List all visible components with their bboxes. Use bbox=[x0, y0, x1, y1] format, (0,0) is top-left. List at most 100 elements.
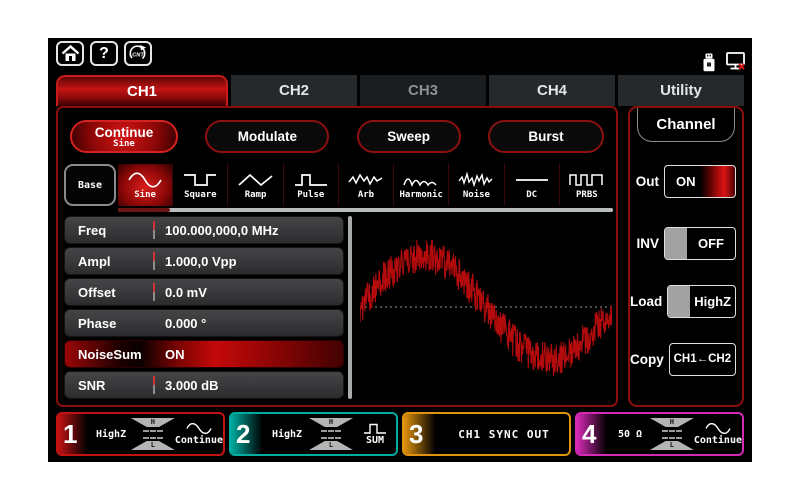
ch4-status-box[interactable]: 4 50 Ω H L Continue bbox=[575, 412, 744, 456]
tab-ch4[interactable]: CH4 bbox=[489, 75, 615, 106]
tab-ch3-label: CH3 bbox=[408, 82, 438, 99]
param-row-noisesum[interactable]: NoiseSum ON bbox=[64, 340, 344, 368]
wave-tab-square[interactable]: Square bbox=[173, 164, 228, 206]
param-snr-divider bbox=[153, 376, 155, 394]
ch4-number: 4 bbox=[577, 414, 610, 454]
waveform-row-scrollbar-highlight bbox=[118, 208, 170, 212]
tab-ch4-label: CH4 bbox=[537, 82, 567, 99]
param-row-ampl[interactable]: Ampl 1.000,0 Vpp bbox=[64, 247, 344, 275]
tab-ch3[interactable]: CH3 bbox=[360, 75, 486, 106]
tab-utility-label: Utility bbox=[660, 82, 702, 99]
ch2-status-box[interactable]: 2 HighZ H L SUM bbox=[229, 412, 398, 456]
channel-inv-row: INV OFF bbox=[630, 226, 742, 260]
out-label: Out bbox=[636, 174, 659, 189]
high-level-marker: H bbox=[650, 418, 694, 427]
counter-button[interactable]: CNT bbox=[124, 41, 152, 66]
param-freq-value: 100.000,000,0 MHz bbox=[165, 223, 278, 238]
mode-continue-button[interactable]: Continue Sine bbox=[70, 120, 178, 153]
param-row-offset[interactable]: Offset 0.0 mV bbox=[64, 278, 344, 306]
usb-icon bbox=[702, 53, 716, 72]
wave-tab-dc-label: DC bbox=[526, 190, 537, 200]
ch2-impedance: HighZ bbox=[266, 429, 308, 440]
waveform-plot bbox=[360, 216, 612, 399]
ch4-mode: Continue bbox=[694, 423, 742, 446]
channel-panel-header: Channel bbox=[637, 108, 735, 142]
wave-tab-harmonic-label: Harmonic bbox=[400, 190, 443, 200]
level-dash bbox=[662, 437, 682, 439]
ch1-status-box[interactable]: 1 HighZ H L Continue bbox=[56, 412, 225, 456]
channel-out-row: Out ON bbox=[630, 164, 742, 198]
wave-tab-prbs[interactable]: PRBS bbox=[560, 164, 614, 206]
ch4-level-indicator: H L bbox=[650, 418, 694, 450]
mode-modulate-button[interactable]: Modulate bbox=[205, 120, 329, 153]
dc-icon bbox=[514, 172, 550, 188]
param-noisesum-label: NoiseSum bbox=[78, 347, 142, 362]
wave-tab-harmonic[interactable]: Harmonic bbox=[394, 164, 449, 206]
param-row-phase[interactable]: Phase 0.000 ° bbox=[64, 309, 344, 337]
channel-load-row: Load HighZ bbox=[630, 284, 742, 318]
wave-tab-sine[interactable]: Sine bbox=[118, 164, 173, 206]
prbs-icon bbox=[569, 172, 605, 188]
home-icon bbox=[61, 45, 80, 62]
help-icon: ? bbox=[99, 45, 109, 63]
level-dash bbox=[321, 430, 341, 432]
mode-burst-button[interactable]: Burst bbox=[488, 120, 604, 153]
inv-label: INV bbox=[636, 236, 659, 251]
pulse-icon bbox=[362, 423, 388, 434]
base-button[interactable]: Base bbox=[64, 164, 116, 206]
channel-copy-row: Copy CH1←CH2 bbox=[630, 342, 742, 376]
tab-ch2[interactable]: CH2 bbox=[231, 75, 357, 106]
param-row-snr[interactable]: SNR 3.000 dB bbox=[64, 371, 344, 399]
wave-tab-pulse[interactable]: Pulse bbox=[284, 164, 339, 206]
copy-label: Copy bbox=[630, 352, 664, 367]
ch2-number: 2 bbox=[231, 414, 266, 454]
wave-tab-arb-label: Arb bbox=[358, 190, 374, 200]
param-phase-label: Phase bbox=[78, 316, 116, 331]
wave-tab-dc[interactable]: DC bbox=[505, 164, 560, 206]
level-dash bbox=[321, 437, 341, 439]
ch3-status-box[interactable]: 3 CH1 SYNC OUT bbox=[402, 412, 571, 456]
param-snr-value: 3.000 dB bbox=[165, 378, 218, 393]
pulse-icon bbox=[293, 172, 329, 188]
param-freq-divider bbox=[153, 221, 155, 239]
low-level-marker: L bbox=[131, 441, 175, 450]
out-toggle-button[interactable]: ON bbox=[664, 165, 736, 198]
low-level-marker: L bbox=[650, 441, 694, 450]
wave-tab-arb[interactable]: Arb bbox=[339, 164, 394, 206]
channel-panel-title: Channel bbox=[656, 116, 715, 133]
load-toggle-button[interactable]: HighZ bbox=[667, 285, 736, 318]
display-disconnected-icon bbox=[720, 52, 746, 72]
wave-tab-ramp[interactable]: Ramp bbox=[228, 164, 283, 206]
param-snr-label: SNR bbox=[78, 378, 105, 393]
tab-ch1[interactable]: CH1 bbox=[56, 75, 228, 106]
channel-tabbar: CH1 CH2 CH3 CH4 Utility bbox=[56, 75, 744, 106]
waveform-trace bbox=[360, 240, 612, 376]
ch4-mode-label: Continue bbox=[694, 435, 742, 446]
waveform-row-scrollbar[interactable] bbox=[118, 208, 613, 212]
param-ampl-value: 1.000,0 Vpp bbox=[165, 254, 237, 269]
load-value: HighZ bbox=[690, 294, 735, 309]
home-button[interactable] bbox=[56, 41, 84, 66]
inv-toggle-button[interactable]: OFF bbox=[664, 227, 736, 260]
parameter-scrollbar[interactable] bbox=[348, 216, 352, 399]
help-button[interactable]: ? bbox=[90, 41, 118, 66]
ch3-number: 3 bbox=[404, 414, 439, 454]
inv-toggle-slider bbox=[665, 228, 687, 259]
ch1-number: 1 bbox=[58, 414, 91, 454]
param-ampl-label: Ampl bbox=[78, 254, 111, 269]
mode-sweep-label: Sweep bbox=[387, 129, 430, 144]
mode-sweep-button[interactable]: Sweep bbox=[357, 120, 461, 153]
param-row-freq[interactable]: Freq 100.000,000,0 MHz bbox=[64, 216, 344, 244]
copy-value: CH1←CH2 bbox=[674, 353, 732, 365]
wave-tab-ramp-label: Ramp bbox=[245, 190, 267, 200]
tab-utility[interactable]: Utility bbox=[618, 75, 744, 106]
wave-tab-noise[interactable]: Noise bbox=[449, 164, 504, 206]
square-icon bbox=[182, 172, 218, 188]
mode-continue-sublabel: Sine bbox=[113, 139, 135, 149]
parameter-list: Freq 100.000,000,0 MHz Ampl 1.000,0 Vpp … bbox=[64, 216, 344, 402]
ch2-level-indicator: H L bbox=[308, 418, 354, 450]
copy-button[interactable]: CH1←CH2 bbox=[669, 343, 736, 376]
harmonic-icon bbox=[403, 172, 439, 188]
ch2-mode: SUM bbox=[354, 423, 396, 446]
noise-icon bbox=[458, 172, 494, 188]
